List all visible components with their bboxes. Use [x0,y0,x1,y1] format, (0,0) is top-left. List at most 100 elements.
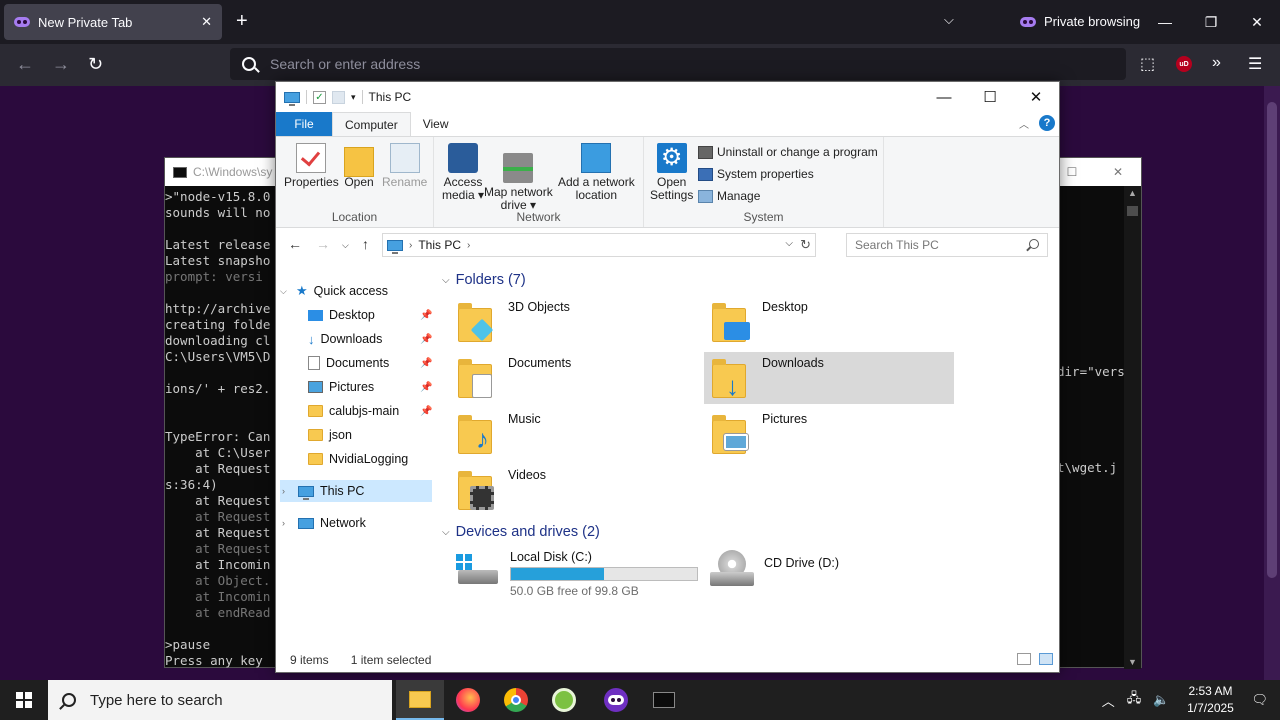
scroll-down-icon[interactable]: ▼ [1128,657,1137,667]
address-bar[interactable] [230,48,1126,80]
minimize-icon[interactable]: — [1142,0,1188,44]
page-scrollbar[interactable] [1264,86,1280,680]
open-button[interactable]: Open [344,143,374,189]
uninstall-program-button[interactable]: Uninstall or change a program [698,145,878,159]
maximize-icon[interactable]: ☐ [967,82,1013,112]
scroll-up-icon[interactable]: ▲ [1128,188,1137,198]
drive-cd-d[interactable]: CD Drive (D:) [710,550,839,590]
nav-item-this-pc[interactable]: › This PC [280,480,432,502]
open-settings-button[interactable]: Open Settings [650,143,693,202]
nav-item-pictures[interactable]: Pictures 📌 [308,376,434,398]
folder-documents[interactable]: Documents [456,352,706,404]
notifications-icon[interactable]: 🗨 [1251,692,1268,708]
reload-icon[interactable]: ↻ [88,54,103,75]
nav-item-json[interactable]: json [308,424,434,446]
show-hidden-icons-icon[interactable]: ︿ [1102,691,1115,710]
back-arrow-icon[interactable]: ← [288,236,302,252]
nav-item-downloads[interactable]: ↓ Downloads 📌 [308,328,434,350]
access-media-button[interactable]: Access media ▾ [442,143,484,202]
nav-item-nvidialogging[interactable]: NvidiaLogging [308,448,434,470]
taskbar-firefox[interactable] [444,680,492,720]
recent-locations-icon[interactable]: ⌵ [342,240,349,251]
folders-group-header[interactable]: ⌵ Folders (7) [442,272,526,288]
new-folder-icon[interactable] [332,90,345,104]
back-arrow-icon[interactable]: ← [16,54,34,75]
taskbar-firefox-private[interactable] [592,680,640,720]
breadcrumb-chevron-icon[interactable]: › [467,240,470,251]
url-input[interactable] [270,56,870,72]
nav-item-quick-access[interactable]: ⌵ ★ Quick access [280,280,434,302]
search-box[interactable]: Search This PC [846,233,1048,257]
nav-item-documents[interactable]: Documents 📌 [308,352,434,374]
taskbar-app-green[interactable] [540,680,588,720]
folder-3d-objects[interactable]: 3D Objects [456,296,706,348]
drives-group-header[interactable]: ⌵ Devices and drives (2) [442,524,600,540]
console-scrollbar[interactable]: ▲ ▼ [1124,186,1141,669]
add-network-location-button[interactable]: Add a network location [558,143,635,202]
customize-toolbar-icon[interactable]: ▾ [351,92,356,103]
refresh-icon[interactable]: ↻ [800,237,811,253]
browser-tab-private[interactable]: New Private Tab ✕ [4,4,222,40]
manage-button[interactable]: Manage [698,189,760,203]
start-button[interactable] [0,680,48,720]
expand-right-icon[interactable]: › [282,518,292,528]
new-tab-button[interactable]: + [236,10,248,33]
folder-music[interactable]: ♪ Music [456,408,706,460]
extensions-icon[interactable]: ⬚ [1140,54,1155,74]
tab-file[interactable]: File [276,112,332,136]
console-scroll-thumb[interactable] [1127,206,1138,216]
expand-right-icon[interactable]: › [282,486,292,496]
system-properties-button[interactable]: System properties [698,167,814,181]
details-view-icon[interactable] [1017,653,1031,665]
taskbar-search[interactable]: Type here to search [48,680,392,720]
properties-checkmark-icon[interactable]: ✓ [313,90,326,104]
list-all-tabs-icon[interactable]: ⌵ [944,12,954,28]
breadcrumb-this-pc[interactable]: This PC [418,238,461,252]
clock[interactable]: 2:53 AM 1/7/2025 [1175,683,1245,717]
overflow-chevron-icon[interactable]: » [1212,54,1221,72]
minimize-icon[interactable]: — [921,82,967,112]
address-field[interactable]: › This PC › ⌵ ↻ [382,233,816,257]
address-dropdown-icon[interactable]: ⌵ [785,238,793,249]
nav-item-network[interactable]: › Network [280,512,434,534]
ublock-icon[interactable]: uD [1176,56,1192,72]
rename-button[interactable]: Rename [382,143,427,189]
console-line: >pause [165,637,211,652]
forward-arrow-icon[interactable]: → [316,236,330,252]
large-icons-view-icon[interactable] [1039,653,1053,665]
map-network-drive-button[interactable]: Map network drive ▾ [484,143,553,212]
tab-view[interactable]: View [411,112,461,136]
taskbar-terminal[interactable] [640,680,688,720]
collapse-icon[interactable]: ⌵ [442,275,450,286]
restore-icon[interactable]: ❐ [1188,0,1234,44]
expand-down-icon[interactable]: ⌵ [280,286,290,297]
close-icon[interactable]: ✕ [1095,158,1141,186]
properties-button[interactable]: Properties [284,143,339,189]
close-icon[interactable]: ✕ [1013,82,1059,112]
collapse-ribbon-icon[interactable]: ︿ [1019,116,1029,131]
taskbar-chrome[interactable] [492,680,540,720]
breadcrumb-chevron-icon[interactable]: › [409,240,412,251]
folder-downloads[interactable]: ↓ Downloads [704,352,954,404]
up-arrow-icon[interactable]: ↑ [362,236,369,252]
nav-item-desktop[interactable]: Desktop 📌 [308,304,434,326]
collapse-icon[interactable]: ⌵ [442,527,450,538]
taskbar-file-explorer[interactable] [396,680,444,720]
folder-pictures[interactable]: Pictures [710,408,960,460]
nav-item-calubjs-main[interactable]: calubjs-main 📌 [308,400,434,422]
file-explorer-window[interactable]: ✓ ▾ This PC — ☐ ✕ File Computer View ︿ ?… [275,81,1060,673]
folder-videos[interactable]: Videos [456,464,706,516]
network-status-icon[interactable]: 🖧 [1127,689,1142,711]
tab-computer[interactable]: Computer [332,112,411,136]
drive-local-disk-c[interactable]: Local Disk (C:) 50.0 GB free of 99.8 GB [456,550,698,598]
close-tab-icon[interactable]: ✕ [201,14,212,30]
close-window-icon[interactable]: ✕ [1234,0,1280,44]
access-media-label: media ▾ [442,188,485,202]
scroll-thumb[interactable] [1267,102,1277,578]
help-icon[interactable]: ? [1039,115,1055,131]
forward-arrow-icon[interactable]: → [52,54,70,75]
this-pc-icon [298,485,314,500]
menu-hamburger-icon[interactable]: ☰ [1248,54,1262,74]
folder-desktop[interactable]: Desktop [710,296,960,348]
volume-muted-icon[interactable]: 🔈 [1153,692,1169,708]
